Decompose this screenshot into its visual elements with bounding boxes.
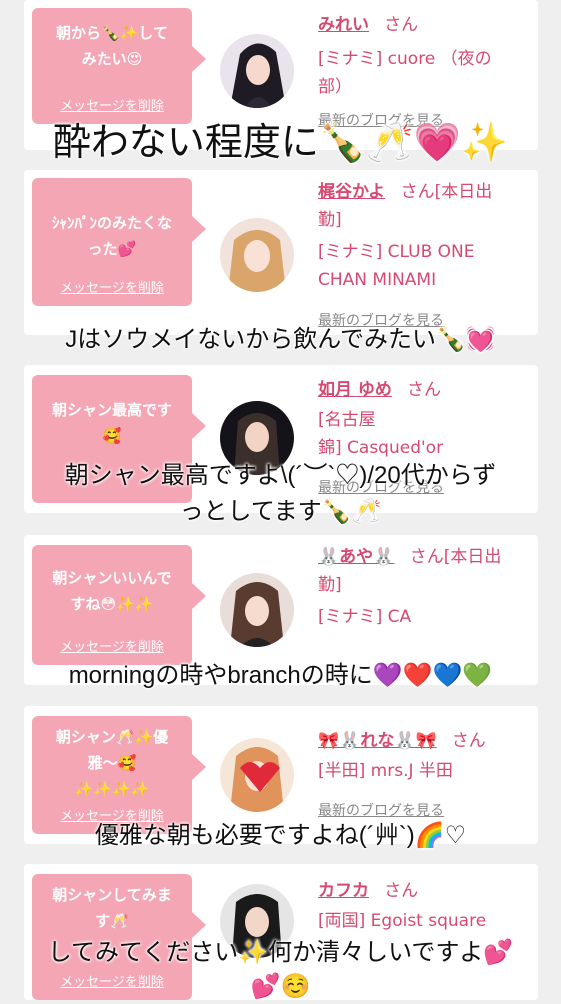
san-suffix: さん	[451, 731, 486, 751]
delete-message-link[interactable]: メッセージを削除	[32, 277, 192, 296]
message-text: 朝シャン最高です 🥰	[51, 401, 172, 445]
shop-info: [ミナミ] CA	[318, 607, 412, 627]
shop-info: [半田] mrs.J 半田	[318, 761, 453, 781]
shop-info: [名古屋 錦] Casqued'or	[318, 410, 444, 458]
overlay-caption: 酔わない程度に🍾🥂💗✨	[52, 122, 509, 164]
profile-info: 梶谷かよ さん[本日出 勤] [ミナミ] CLUB ONE CHAN MINAM…	[318, 178, 528, 294]
message-bubble: ｼｬﾝﾊﾟﾝのみたくな った💕 メッセージを削除	[32, 178, 206, 306]
san-suffix: さん	[384, 881, 419, 901]
message-bubble: 朝から🍾✨して みたい😍 メッセージを削除	[32, 8, 206, 124]
cast-name-link[interactable]: 如月 ゆめ	[318, 380, 392, 400]
shop-info: [ミナミ] cuore （夜の 部）	[318, 49, 492, 97]
profile-info: 如月 ゆめ さん [名古屋 錦] Casqued'or	[318, 375, 528, 462]
avatar[interactable]	[220, 218, 294, 292]
blog-link[interactable]: 最新のブログを見る	[318, 800, 444, 820]
overlay-caption: 朝シャン最高ですよ\(´︶`♡)/20代からず っとしてます🍾🥂	[64, 462, 497, 525]
message-text: 朝シャンいいんで すね😳✨✨	[52, 569, 172, 613]
cast-name-link[interactable]: 🐰あや🐰	[318, 547, 394, 567]
avatar[interactable]	[220, 738, 294, 812]
shop-info: [ミナミ] CLUB ONE CHAN MINAMI	[318, 242, 475, 290]
avatar[interactable]	[220, 573, 294, 647]
san-suffix: さん	[384, 15, 419, 35]
cast-name-link[interactable]: 🎀🐰れな🐰🎀	[318, 731, 437, 751]
delete-message-link[interactable]: メッセージを削除	[32, 636, 192, 655]
shop-info: [両国] Egoist square	[318, 911, 487, 931]
overlay-caption: Jはソウメイないから飲んでみたい🍾💓	[65, 326, 496, 353]
profile-info: みれい さん [ミナミ] cuore （夜の 部）	[318, 10, 528, 101]
message-bubble: 朝シャンいいんで すね😳✨✨ メッセージを削除	[32, 545, 206, 665]
san-suffix: さん	[409, 547, 444, 567]
profile-info: 🐰あや🐰 さん[本日出 勤] [ミナミ] CA	[318, 543, 528, 631]
delete-message-link[interactable]: メッセージを削除	[32, 95, 192, 114]
message-text: 朝シャン🥂✨優 雅〜🥰 ✨✨✨✨	[55, 728, 169, 798]
message-text: ｼｬﾝﾊﾟﾝのみたくな った💕	[51, 214, 172, 258]
cast-name-link[interactable]: カフカ	[318, 881, 369, 901]
profile-info: 🎀🐰れな🐰🎀 さん [半田] mrs.J 半田	[318, 726, 528, 785]
message-text: 朝から🍾✨して みたい😍	[56, 24, 168, 68]
message-text: 朝シャンしてみま す🥂	[52, 886, 172, 930]
message-bubble: 朝シャン🥂✨優 雅〜🥰 ✨✨✨✨ メッセージを削除	[32, 716, 206, 834]
overlay-caption: 優雅な朝も必要ですよね(´艸`)🌈♡	[94, 822, 467, 849]
overlay-caption: してみてください✨何か清々しいですよ💕 💕☺️	[47, 939, 514, 1000]
cast-name-link[interactable]: みれい	[318, 15, 369, 35]
avatar[interactable]	[220, 34, 294, 108]
san-suffix: さん	[400, 182, 435, 202]
overlay-caption: morningの時やbranchの時に💜❤️💙💚	[68, 662, 493, 689]
message-card: ｼｬﾝﾊﾟﾝのみたくな った💕 メッセージを削除 梶谷かよ さん[本日出 勤] …	[24, 170, 538, 335]
cast-name-link[interactable]: 梶谷かよ	[318, 182, 385, 202]
san-suffix: さん	[407, 380, 442, 400]
profile-info: カフカ さん [両国] Egoist square	[318, 876, 528, 935]
